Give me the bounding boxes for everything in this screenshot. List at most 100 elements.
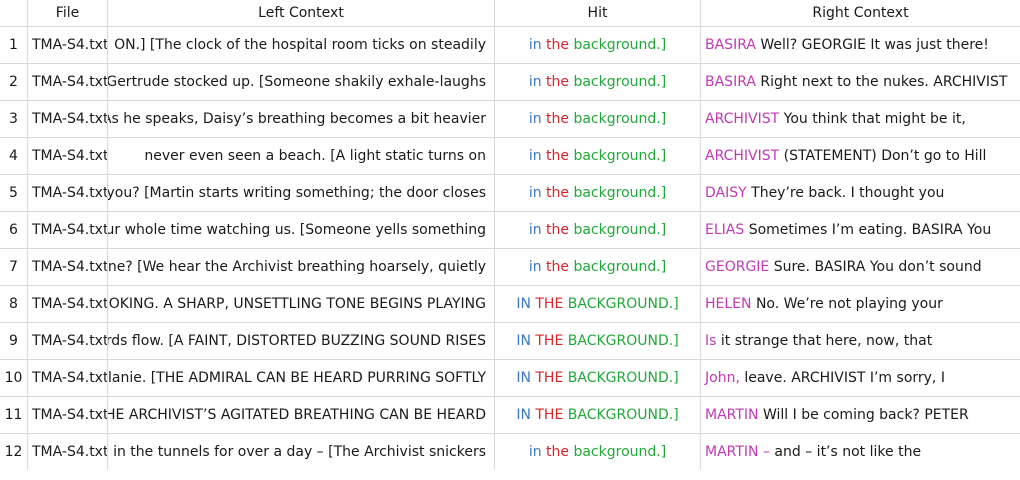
right-context-token: John,	[705, 370, 740, 386]
row-index: 2	[0, 64, 28, 100]
table-row[interactable]: 7 TMA-S4.txt he one? [We hear the Archivis…	[0, 248, 1020, 285]
right-context-token: DAISY	[705, 185, 747, 201]
header-right-context[interactable]: Right Context	[701, 0, 1020, 26]
table-row[interactable]: 10 TMA-S4.txt Melanie. [THE ADMIRAL CAN BE…	[0, 359, 1020, 396]
hit-token: in	[528, 185, 542, 201]
hit-token: in	[528, 111, 542, 127]
hit-token: background.]	[573, 148, 667, 164]
hit-token: the	[546, 148, 570, 164]
file-cell: TMA-S4.txt	[28, 323, 108, 359]
row-index: 3	[0, 101, 28, 137]
file-cell: TMA-S4.txt	[28, 397, 108, 433]
hit-cell: in the background.]	[495, 138, 701, 174]
file-cell: TMA-S4.txt	[28, 212, 108, 248]
table-row[interactable]: 5 TMA-S4.txt oin you? [Martin starts writi…	[0, 174, 1020, 211]
left-context-cell: in the tunnels for over a day – [The Arc…	[108, 434, 495, 470]
right-context-cell: DAISY They’re back. I thought you	[701, 175, 1020, 211]
header-hit[interactable]: Hit	[495, 0, 701, 26]
hit-token: BACKGROUND.]	[567, 296, 679, 312]
hit-token: THE	[535, 296, 564, 312]
right-context-token: ARCHIVIST	[705, 148, 780, 164]
hit-token: in	[528, 222, 542, 238]
right-context-cell: ARCHIVIST (STATEMENT) Don’t go to Hill	[701, 138, 1020, 174]
table-row[interactable]: 1 TMA-S4.txt ON.] [The clock of the hospit…	[0, 26, 1020, 63]
hit-token: the	[546, 111, 570, 127]
hit-token: the	[546, 74, 570, 90]
right-context-token: it strange that here, now, that	[716, 333, 933, 349]
concordance-table: File Left Context Hit Right Context 1 TMA…	[0, 0, 1020, 480]
hit-token: THE	[535, 370, 564, 386]
left-context-cell: l your whole time watching us. [Someone …	[108, 212, 495, 248]
table-row[interactable]: 4 TMA-S4.txt never even seen a beach. [A l…	[0, 137, 1020, 174]
right-context-cell: John, leave. ARCHIVIST I’m sorry, I	[701, 360, 1020, 396]
hit-token: BACKGROUND.]	[567, 370, 679, 386]
row-index: 5	[0, 175, 28, 211]
right-context-token: MARTIN	[705, 407, 759, 423]
table-row[interactable]: 3 TMA-S4.txt As he speaks, Daisy’s breathi…	[0, 100, 1020, 137]
row-index: 8	[0, 286, 28, 322]
table-row[interactable]: 8 TMA-S4.txt CHOKING. A SHARP, UNSETTLING …	[0, 285, 1020, 322]
right-context-token: No. We’re not playing your	[751, 296, 943, 312]
hit-token: background.]	[573, 222, 667, 238]
right-context-token: HELEN	[705, 296, 752, 312]
hit-cell: in the background.]	[495, 212, 701, 248]
hit-cell: IN THE BACKGROUND.]	[495, 286, 701, 322]
hit-cell: in the background.]	[495, 101, 701, 137]
right-context-token: Sometimes I’m eating. BASIRA You	[744, 222, 992, 238]
hit-token: the	[546, 185, 570, 201]
row-index: 6	[0, 212, 28, 248]
table-row[interactable]: 12 TMA-S4.txt in the tunnels for over a da…	[0, 433, 1020, 470]
file-cell: TMA-S4.txt	[28, 434, 108, 470]
hit-token: BACKGROUND.]	[567, 333, 679, 349]
hit-token: the	[546, 444, 570, 460]
right-context-cell: BASIRA Well? GEORGIE It was just there!	[701, 27, 1020, 63]
hit-token: in	[528, 37, 542, 53]
right-context-cell: Is it strange that here, now, that	[701, 323, 1020, 359]
right-context-token: GEORGIE	[705, 259, 770, 275]
hit-token: in	[528, 444, 542, 460]
file-cell: TMA-S4.txt	[28, 360, 108, 396]
right-context-token: –	[758, 444, 770, 460]
right-context-cell: HELEN No. We’re not playing your	[701, 286, 1020, 322]
table-row[interactable]: 2 TMA-S4.txt one Gertrude stocked up. [Som…	[0, 63, 1020, 100]
table-row[interactable]: 11 TMA-S4.txt THE ARCHIVIST’S AGITATED BRE…	[0, 396, 1020, 433]
right-context-cell: ARCHIVIST You think that might be it,	[701, 101, 1020, 137]
row-index: 7	[0, 249, 28, 285]
left-context-cell: he one? [We hear the Archivist breathing…	[108, 249, 495, 285]
file-cell: TMA-S4.txt	[28, 286, 108, 322]
hit-cell: in the background.]	[495, 64, 701, 100]
right-context-token: MARTIN	[705, 444, 759, 460]
right-context-token: leave. ARCHIVIST I’m sorry, I	[739, 370, 945, 386]
right-context-cell: MARTIN – and – it’s not like the	[701, 434, 1020, 470]
hit-token: background.]	[573, 444, 667, 460]
table-row[interactable]: 9 TMA-S4.txt vords flow. [A FAINT, DISTORT…	[0, 322, 1020, 359]
file-cell: TMA-S4.txt	[28, 175, 108, 211]
right-context-token: ELIAS	[705, 222, 745, 238]
hit-token: background.]	[573, 259, 667, 275]
right-context-token: BASIRA	[705, 74, 756, 90]
left-context-cell: ON.] [The clock of the hospital room tic…	[108, 27, 495, 63]
right-context-token: Sure. BASIRA You don’t sound	[769, 259, 982, 275]
table-header: File Left Context Hit Right Context	[0, 0, 1020, 26]
hit-token: background.]	[573, 37, 667, 53]
right-context-token: Right next to the nukes. ARCHIVIST	[755, 74, 1008, 90]
right-context-token: They’re back. I thought you	[746, 185, 945, 201]
header-left-context[interactable]: Left Context	[108, 0, 495, 26]
table-row[interactable]: 6 TMA-S4.txt l your whole time watching us…	[0, 211, 1020, 248]
right-context-token: Will I be coming back? PETER	[758, 407, 969, 423]
hit-token: BACKGROUND.]	[567, 407, 679, 423]
right-context-token: Is	[705, 333, 717, 349]
left-context-cell: As he speaks, Daisy’s breathing becomes …	[108, 101, 495, 137]
hit-cell: IN THE BACKGROUND.]	[495, 397, 701, 433]
right-context-token: Well? GEORGIE It was just there!	[755, 37, 989, 53]
right-context-cell: BASIRA Right next to the nukes. ARCHIVIS…	[701, 64, 1020, 100]
hit-cell: in the background.]	[495, 434, 701, 470]
header-index	[0, 0, 28, 26]
file-cell: TMA-S4.txt	[28, 138, 108, 174]
row-index: 4	[0, 138, 28, 174]
row-index: 9	[0, 323, 28, 359]
right-context-token: You think that might be it,	[779, 111, 966, 127]
hit-token: in	[528, 148, 542, 164]
hit-token: the	[546, 259, 570, 275]
header-file[interactable]: File	[28, 0, 108, 26]
